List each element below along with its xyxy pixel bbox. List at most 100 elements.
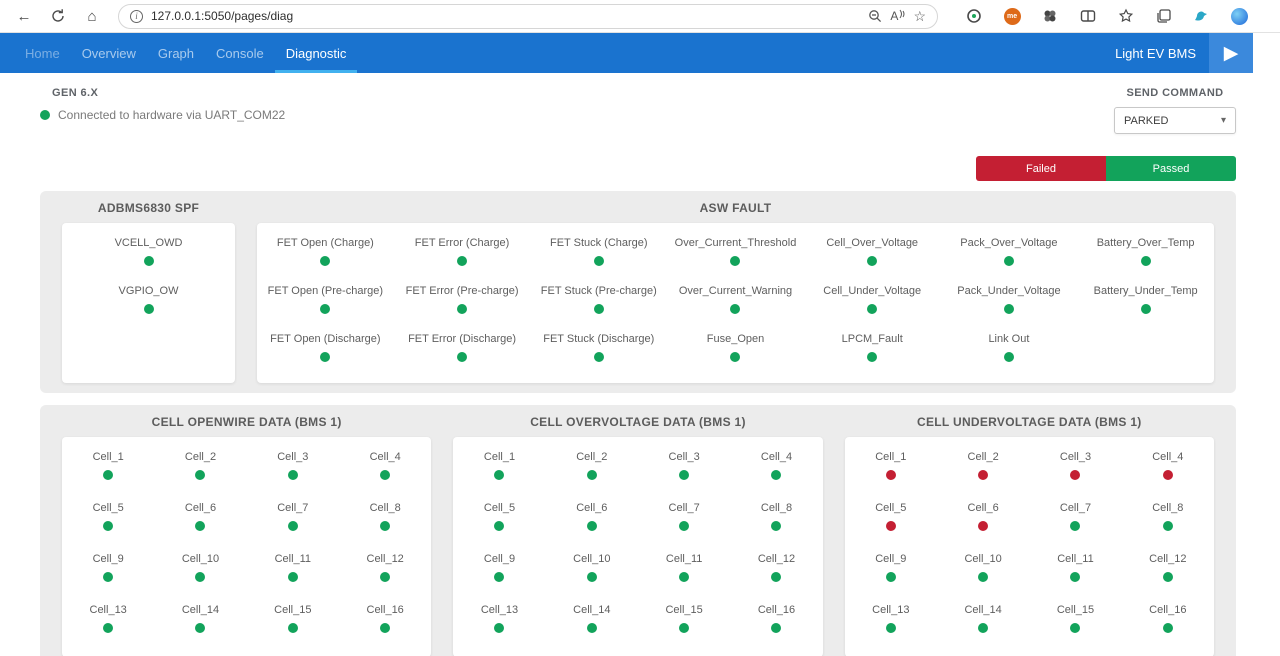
status-indicator: Battery_Under_Temp xyxy=(1077,279,1214,327)
passed-dot xyxy=(587,623,597,633)
passed-dot xyxy=(457,304,467,314)
passed-dot xyxy=(679,572,689,582)
status-indicator: Link Out xyxy=(941,327,1078,375)
profile-me-badge[interactable]: me xyxy=(1004,8,1021,25)
passed-dot xyxy=(103,470,113,480)
generation-label: GEN 6.X xyxy=(52,87,285,99)
copilot-icon[interactable] xyxy=(1231,8,1248,25)
asw-panel: FET Open (Charge) FET Error (Charge) FET S… xyxy=(257,223,1214,383)
indicator-label: Cell_15 xyxy=(665,604,702,616)
home-icon[interactable]: ⌂ xyxy=(78,3,106,29)
status-indicator: Cell_6 xyxy=(154,496,246,547)
indicator-label: Cell_16 xyxy=(367,604,404,616)
collections-icon[interactable] xyxy=(1156,8,1172,24)
indicator-label: Cell_3 xyxy=(1060,451,1091,463)
passed-dot xyxy=(1163,623,1173,633)
indicator-label: Cell_14 xyxy=(182,604,219,616)
url-text[interactable]: 127.0.0.1:5050/pages/diag xyxy=(151,9,860,23)
passed-dot xyxy=(771,470,781,480)
tab-home[interactable]: Home xyxy=(14,33,71,73)
spf-title: ADBMS6830 SPF xyxy=(62,201,235,215)
openwire-title: CELL OPENWIRE DATA (BMS 1) xyxy=(62,415,431,429)
status-indicator: Cell_10 xyxy=(546,547,638,598)
browser-chrome: ← ⌂ i 127.0.0.1:5050/pages/diag A ☆ me xyxy=(0,0,1280,33)
indicator-label: FET Stuck (Charge) xyxy=(550,237,648,249)
status-indicator: Cell_3 xyxy=(638,445,730,496)
status-indicator: Cell_8 xyxy=(1122,496,1214,547)
tab-diagnostic[interactable]: Diagnostic xyxy=(275,33,358,73)
openwire-panel: Cell_1Cell_2Cell_3Cell_4Cell_5Cell_6Cell… xyxy=(62,437,431,656)
site-info-icon[interactable]: i xyxy=(130,10,143,23)
back-icon[interactable]: ← xyxy=(10,3,38,29)
indicator-label: Battery_Over_Temp xyxy=(1097,237,1195,249)
scrollbar-area xyxy=(1253,33,1280,73)
status-indicator: VGPIO_OW xyxy=(62,279,235,327)
status-indicator: FET Stuck (Pre-charge) xyxy=(530,279,667,327)
indicator-label: Cell_2 xyxy=(576,451,607,463)
failed-legend-button[interactable]: Failed xyxy=(976,156,1106,181)
indicator-label: Cell_15 xyxy=(1057,604,1094,616)
passed-dot xyxy=(771,623,781,633)
indicator-label: FET Stuck (Pre-charge) xyxy=(541,285,657,297)
indicator-label: Cell_6 xyxy=(576,502,607,514)
toolbar-extensions-area: me xyxy=(944,8,1270,25)
passed-dot xyxy=(457,352,467,362)
passed-dot xyxy=(103,572,113,582)
asw-section: ASW FAULT FET Open (Charge)FET Error (Ch… xyxy=(257,201,1214,383)
send-command-label: SEND COMMAND xyxy=(1126,87,1223,99)
passed-dot xyxy=(144,304,154,314)
zoom-out-icon[interactable] xyxy=(868,9,882,23)
undervoltage-section: CELL UNDERVOLTAGE DATA (BMS 1) Cell_1Cel… xyxy=(845,415,1214,656)
indicator-label: Cell_4 xyxy=(370,451,401,463)
status-indicator: Pack_Under_Voltage xyxy=(941,279,1078,327)
passed-legend-button[interactable]: Passed xyxy=(1106,156,1236,181)
status-indicator: FET Error (Charge) xyxy=(394,231,531,279)
passed-dot xyxy=(103,521,113,531)
command-dropdown[interactable]: PARKED ▾ xyxy=(1114,107,1236,134)
passed-dot xyxy=(288,470,298,480)
indicator-label: FET Open (Charge) xyxy=(277,237,374,249)
indicator-label: FET Error (Charge) xyxy=(415,237,510,249)
tab-graph[interactable]: Graph xyxy=(147,33,205,73)
indicator-label: Cell_15 xyxy=(274,604,311,616)
app-logo[interactable]: ▶ xyxy=(1209,33,1253,73)
status-indicator: Cell_2 xyxy=(546,445,638,496)
favorites-star-icon[interactable]: ☆ xyxy=(913,8,926,25)
indicator-label: Cell_13 xyxy=(872,604,909,616)
indicator-label: Cell_5 xyxy=(875,502,906,514)
passed-dot xyxy=(494,572,504,582)
split-screen-icon[interactable] xyxy=(1080,8,1096,24)
url-bar[interactable]: i 127.0.0.1:5050/pages/diag A ☆ xyxy=(118,4,938,29)
status-indicator: Cell_1 xyxy=(845,445,937,496)
bird-extension-icon[interactable] xyxy=(1193,8,1209,24)
indicator-label: Cell_8 xyxy=(761,502,792,514)
connection-status: Connected to hardware via UART_COM22 xyxy=(40,108,285,122)
favorites-icon[interactable] xyxy=(1118,8,1134,24)
browser-essentials-icon[interactable] xyxy=(966,8,982,24)
read-aloud-icon[interactable]: A xyxy=(890,9,905,23)
connection-block: GEN 6.X Connected to hardware via UART_C… xyxy=(40,87,285,122)
indicator-label: Cell_Under_Voltage xyxy=(823,285,921,297)
indicator-label: FET Stuck (Discharge) xyxy=(543,333,654,345)
passed-dot xyxy=(1070,572,1080,582)
passed-dot xyxy=(288,623,298,633)
status-indicator: Cell_6 xyxy=(546,496,638,547)
indicator-label: Cell_6 xyxy=(968,502,999,514)
indicator-label: Link Out xyxy=(988,333,1029,345)
refresh-icon[interactable] xyxy=(44,3,72,29)
status-indicator: Cell_4 xyxy=(730,445,822,496)
indicator-label: Pack_Over_Voltage xyxy=(960,237,1057,249)
passed-dot xyxy=(144,256,154,266)
passed-dot xyxy=(730,304,740,314)
indicator-label: Cell_16 xyxy=(758,604,795,616)
tab-overview[interactable]: Overview xyxy=(71,33,147,73)
status-indicator: Cell_10 xyxy=(937,547,1029,598)
tab-console[interactable]: Console xyxy=(205,33,275,73)
extension-pinwheel-icon[interactable] xyxy=(1042,8,1058,24)
passed-dot xyxy=(978,623,988,633)
indicator-label: Over_Current_Warning xyxy=(679,285,792,297)
overvoltage-title: CELL OVERVOLTAGE DATA (BMS 1) xyxy=(453,415,822,429)
status-indicator: Cell_16 xyxy=(339,598,431,649)
passed-dot xyxy=(594,304,604,314)
indicator-label: Battery_Under_Temp xyxy=(1094,285,1198,297)
